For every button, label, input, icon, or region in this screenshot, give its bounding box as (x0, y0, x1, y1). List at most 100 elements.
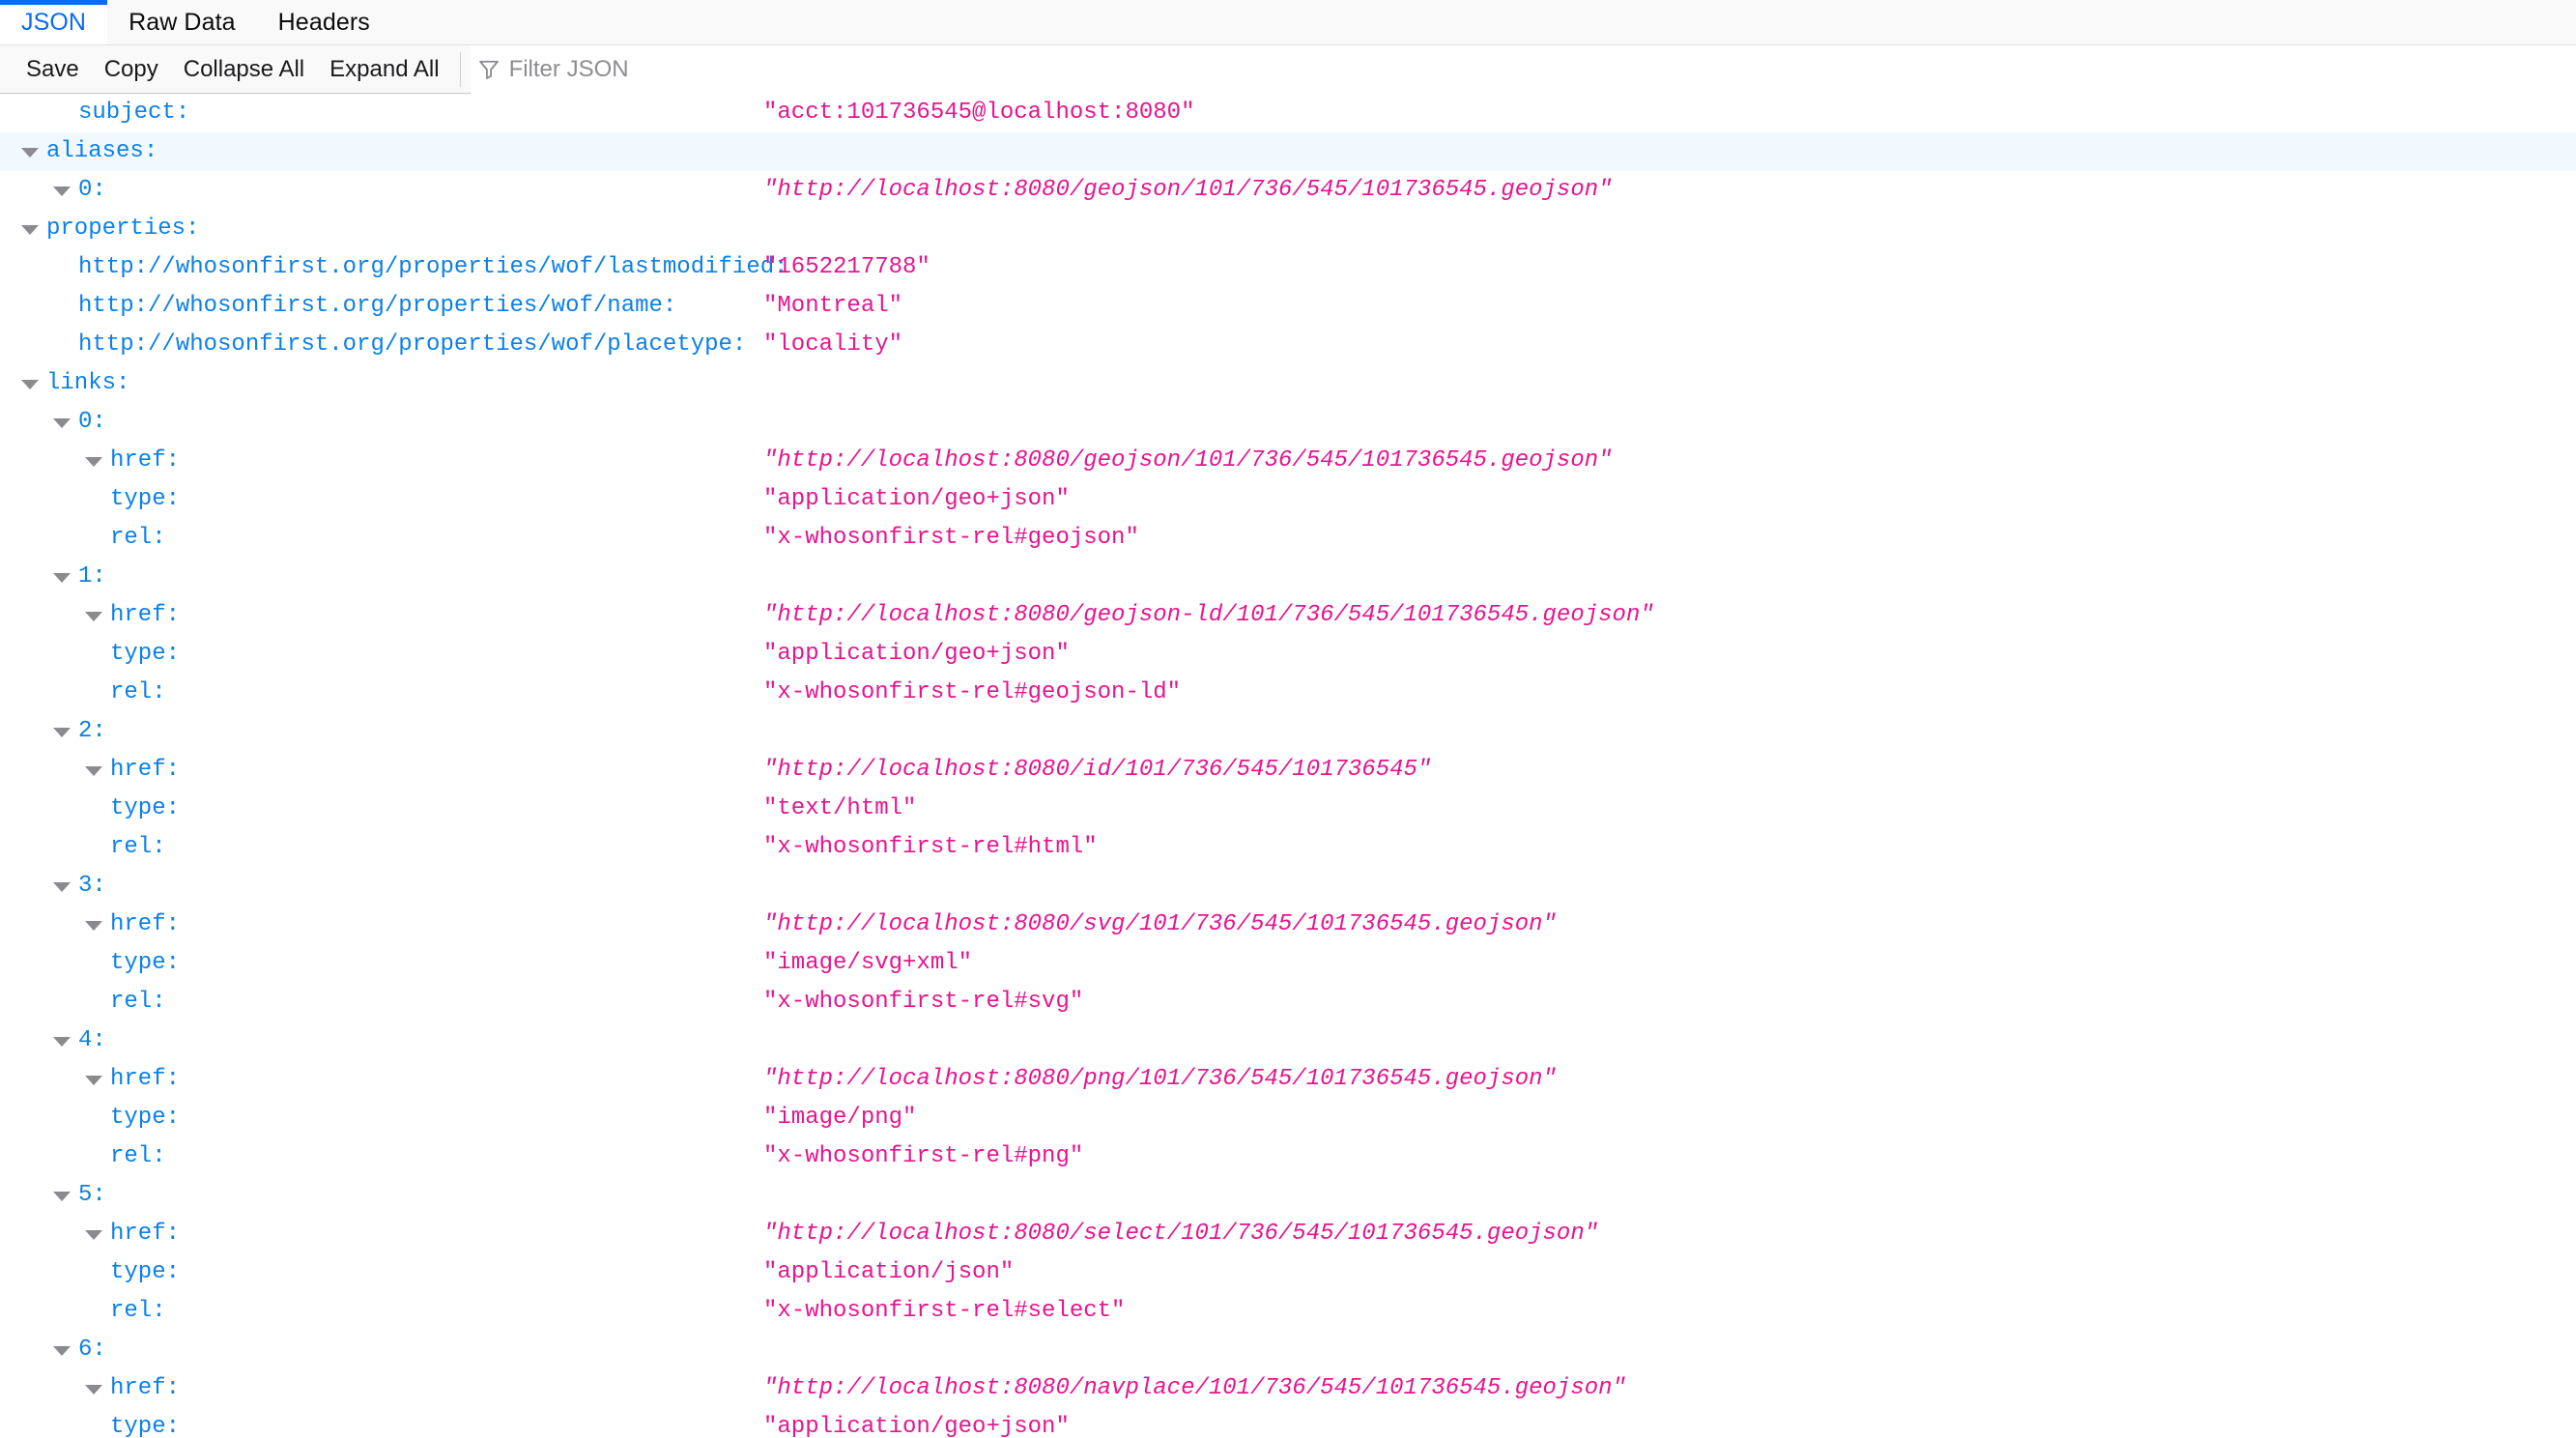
tab-json[interactable]: JSON (0, 0, 108, 44)
chevron-down-icon[interactable] (21, 225, 39, 235)
json-value-link[interactable]: "http://localhost:8080/geojson-ld/101/73… (763, 596, 1654, 635)
json-key: 5: (78, 1182, 106, 1208)
json-key: href: (110, 1375, 181, 1401)
json-value-link[interactable]: "http://localhost:8080/navplace/101/736/… (763, 1369, 1626, 1408)
collapse-all-button[interactable]: Collapse All (171, 45, 317, 94)
chevron-down-icon[interactable] (85, 1385, 102, 1395)
json-row[interactable]: 5: (0, 1176, 2576, 1215)
json-row[interactable]: 0: "http://localhost:8080/geojson/101/736… (0, 171, 2576, 210)
tab-raw-data[interactable]: Raw Data (107, 0, 257, 44)
json-row[interactable]: type: "application/geo+json" (0, 635, 2576, 674)
filter-json-input[interactable] (508, 46, 2576, 92)
chevron-down-icon[interactable] (53, 573, 71, 583)
chevron-down-icon[interactable] (21, 148, 39, 158)
json-value-string: "application/json" (763, 1259, 1015, 1285)
json-value-link[interactable]: "http://localhost:8080/geojson/101/736/5… (763, 442, 1613, 480)
json-row[interactable]: href: "http://localhost:8080/svg/101/736/… (0, 906, 2576, 944)
json-row[interactable]: type: "application/geo+json" (0, 480, 2576, 519)
json-row[interactable]: subject: "acct:101736545@localhost:8080" (0, 94, 2576, 132)
json-row[interactable]: type: "text/html" (0, 790, 2576, 828)
json-key: 2: (78, 718, 106, 744)
chevron-down-icon[interactable] (85, 1230, 102, 1240)
json-value-string: "x-whosonfirst-rel#html" (763, 834, 1098, 860)
json-row[interactable]: rel: "x-whosonfirst-rel#png" (0, 1137, 2576, 1176)
chevron-down-icon[interactable] (21, 380, 39, 389)
json-row[interactable]: 3: (0, 867, 2576, 906)
json-row[interactable]: rel: "x-whosonfirst-rel#geojson-ld" (0, 674, 2576, 712)
json-row[interactable]: http://whosonfirst.org/properties/wof/na… (0, 287, 2576, 326)
json-row[interactable]: href: "http://localhost:8080/navplace/101… (0, 1369, 2576, 1408)
json-row[interactable]: rel: "x-whosonfirst-rel#geojson" (0, 519, 2576, 558)
json-value-string: "x-whosonfirst-rel#geojson-ld" (763, 679, 1182, 705)
json-row[interactable]: links: (0, 364, 2576, 403)
json-row[interactable]: http://whosonfirst.org/properties/wof/la… (0, 248, 2576, 287)
save-button[interactable]: Save (14, 45, 92, 94)
json-row[interactable]: http://whosonfirst.org/properties/wof/pl… (0, 326, 2576, 364)
json-key: http://whosonfirst.org/properties/wof/na… (78, 293, 677, 319)
toolbar-divider (459, 51, 461, 87)
json-key: rel: (110, 679, 166, 705)
tab-json-label: JSON (21, 8, 87, 36)
json-key: href: (110, 1221, 181, 1247)
chevron-down-icon[interactable] (53, 728, 71, 737)
json-key: http://whosonfirst.org/properties/wof/pl… (78, 331, 747, 358)
json-key: 3: (78, 873, 106, 899)
json-row[interactable]: 2: (0, 712, 2576, 751)
json-key: links: (46, 370, 130, 396)
chevron-down-icon[interactable] (53, 1192, 71, 1201)
json-row[interactable]: properties: (0, 210, 2576, 248)
json-row[interactable]: type: "application/geo+json" (0, 1408, 2576, 1438)
chevron-down-icon[interactable] (85, 766, 102, 776)
json-row[interactable]: href: "http://localhost:8080/geojson-ld/1… (0, 596, 2576, 635)
chevron-down-icon[interactable] (53, 418, 71, 428)
json-row[interactable]: type: "image/png" (0, 1099, 2576, 1137)
chevron-down-icon[interactable] (85, 921, 102, 931)
json-key: rel: (110, 989, 166, 1015)
json-row[interactable]: rel: "x-whosonfirst-rel#select" (0, 1292, 2576, 1331)
json-value-string: "x-whosonfirst-rel#geojson" (763, 525, 1139, 551)
json-row[interactable]: rel: "x-whosonfirst-rel#html" (0, 828, 2576, 867)
json-tree-panel[interactable]: subject: "acct:101736545@localhost:8080" a… (0, 94, 2576, 1438)
json-row[interactable]: 1: (0, 558, 2576, 596)
json-row[interactable]: href: "http://localhost:8080/id/101/736/5… (0, 751, 2576, 790)
json-key: href: (110, 757, 181, 783)
json-value-link[interactable]: "http://localhost:8080/select/101/736/54… (763, 1215, 1598, 1253)
json-key: 6: (78, 1337, 106, 1363)
json-value-link[interactable]: "http://localhost:8080/geojson/101/736/5… (763, 171, 1613, 210)
json-value-string: "x-whosonfirst-rel#png" (763, 1143, 1084, 1169)
json-value-link[interactable]: "http://localhost:8080/id/101/736/545/10… (763, 751, 1431, 790)
chevron-down-icon[interactable] (85, 1076, 102, 1085)
json-key: aliases: (46, 138, 158, 164)
copy-button[interactable]: Copy (92, 45, 171, 94)
json-row[interactable]: 6: (0, 1331, 2576, 1369)
chevron-down-icon[interactable] (53, 1037, 71, 1047)
chevron-down-icon[interactable] (53, 882, 71, 892)
json-key: type: (110, 1105, 181, 1131)
chevron-down-icon[interactable] (53, 187, 71, 196)
json-row[interactable]: href: "http://localhost:8080/geojson/101/… (0, 442, 2576, 480)
json-key: 0: (78, 409, 106, 435)
json-value-link[interactable]: "http://localhost:8080/svg/101/736/545/1… (763, 906, 1557, 944)
chevron-down-icon[interactable] (85, 612, 102, 621)
json-key: type: (110, 795, 181, 821)
json-row[interactable]: type: "image/svg+xml" (0, 944, 2576, 983)
json-value-string: "text/html" (763, 795, 917, 821)
json-value-string: "x-whosonfirst-rel#svg" (763, 989, 1084, 1015)
json-value-string: "application/geo+json" (763, 641, 1070, 667)
json-value-string: "x-whosonfirst-rel#select" (763, 1298, 1126, 1324)
json-row[interactable]: rel: "x-whosonfirst-rel#svg" (0, 983, 2576, 1021)
json-value-string: "image/svg+xml" (763, 950, 973, 976)
tab-headers[interactable]: Headers (257, 0, 391, 44)
expand-all-button[interactable]: Expand All (317, 45, 451, 94)
json-value-string: "1652217788" (763, 254, 930, 280)
json-row[interactable]: aliases: (0, 132, 2576, 171)
filter-json-container (470, 44, 2576, 94)
json-row[interactable]: 0: (0, 403, 2576, 442)
json-row[interactable]: href: "http://localhost:8080/png/101/736/… (0, 1060, 2576, 1099)
json-row[interactable]: type: "application/json" (0, 1253, 2576, 1292)
json-value-link[interactable]: "http://localhost:8080/png/101/736/545/1… (763, 1060, 1557, 1099)
chevron-down-icon[interactable] (53, 1346, 71, 1356)
chevron-down-icon[interactable] (85, 457, 102, 467)
json-row[interactable]: href: "http://localhost:8080/select/101/7… (0, 1215, 2576, 1253)
json-row[interactable]: 4: (0, 1021, 2576, 1060)
